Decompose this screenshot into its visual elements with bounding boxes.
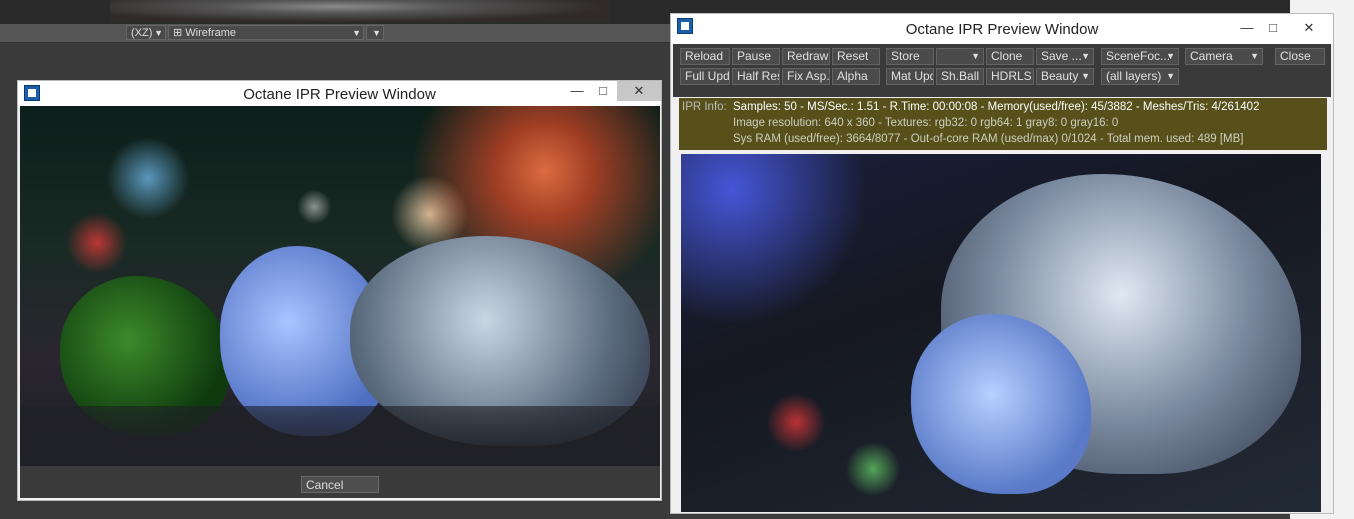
store-button[interactable]: Store <box>886 48 934 65</box>
ipr-preview-window-left: Octane IPR Preview Window — □ ✕ Cancel <box>17 80 662 501</box>
chevron-down-icon: ▼ <box>1166 51 1175 61</box>
chevron-down-icon: ▼ <box>1166 71 1175 81</box>
ipr-toolbar: Reload Pause Redraw Reset Store ▼ Clone … <box>673 44 1331 97</box>
chevron-down-icon: ▼ <box>1081 51 1090 61</box>
reset-button[interactable]: Reset <box>832 48 880 65</box>
ipr-preview-window-right: Octane IPR Preview Window — □ ✕ Reload P… <box>670 13 1334 514</box>
floor-surface <box>20 406 660 466</box>
viewport-render-preview <box>110 0 610 22</box>
pause-button[interactable]: Pause <box>732 48 780 65</box>
shading-label: Wireframe <box>185 27 237 39</box>
half-res-button[interactable]: Half Res <box>732 68 780 85</box>
fix-aspect-button[interactable]: Fix Asp. <box>782 68 830 85</box>
ipr-info-label: IPR Info: <box>682 101 727 113</box>
render-view[interactable] <box>20 106 660 466</box>
minimize-button[interactable]: — <box>1233 18 1261 38</box>
full-update-button[interactable]: Full Upd. <box>680 68 730 85</box>
viewport-toolbar: (XZ) ▼ ⊞ Wireframe ▼ ▼ <box>0 24 670 43</box>
ipr-info-panel: IPR Info: Samples: 50 - MS/Sec.: 1.51 - … <box>679 98 1327 150</box>
chevron-down-icon: ▼ <box>154 28 163 38</box>
bottom-bar: Cancel <box>20 466 660 498</box>
camera-dropdown[interactable]: Camera ▼ <box>1185 48 1263 65</box>
grid-icon: ⊞ <box>173 27 183 39</box>
scene-focus-dropdown[interactable]: SceneFoc... ▼ <box>1101 48 1179 65</box>
title-bar[interactable]: Octane IPR Preview Window — □ ✕ <box>18 81 661 107</box>
viewport-menu-dropdown[interactable]: ▼ <box>366 25 384 40</box>
ipr-info-line-3: Sys RAM (used/free): 3664/8077 - Out-of-… <box>733 133 1244 145</box>
maximize-button[interactable]: □ <box>589 81 617 101</box>
shading-dropdown[interactable]: ⊞ Wireframe ▼ <box>168 25 364 40</box>
hdrls-button[interactable]: HDRLS <box>986 68 1034 85</box>
minimize-button[interactable]: — <box>563 81 591 101</box>
chevron-down-icon: ▼ <box>1250 51 1259 61</box>
chevron-down-icon: ▼ <box>352 28 361 38</box>
clone-button[interactable]: Clone <box>986 48 1034 65</box>
render-view[interactable] <box>681 154 1321 512</box>
close-button[interactable]: ✕ <box>1289 18 1329 38</box>
redraw-button[interactable]: Redraw <box>782 48 830 65</box>
mat-update-button[interactable]: Mat Upd <box>886 68 934 85</box>
projection-label: (XZ) <box>131 27 153 39</box>
render-pass-dropdown[interactable]: Beauty ▼ <box>1036 68 1094 85</box>
chevron-down-icon: ▼ <box>372 28 381 38</box>
maximize-button[interactable]: □ <box>1259 18 1287 38</box>
reload-button[interactable]: Reload <box>680 48 730 65</box>
ipr-info-line-1: Samples: 50 - MS/Sec.: 1.51 - R.Time: 00… <box>733 101 1260 113</box>
layers-dropdown[interactable]: (all layers) ▼ <box>1101 68 1179 85</box>
title-bar[interactable]: Octane IPR Preview Window — □ ✕ <box>671 14 1333 44</box>
close-button[interactable]: ✕ <box>617 81 661 101</box>
alpha-button[interactable]: Alpha <box>832 68 880 85</box>
projection-dropdown[interactable]: (XZ) ▼ <box>126 25 166 40</box>
chevron-down-icon: ▼ <box>971 51 980 61</box>
ipr-info-line-2: Image resolution: 640 x 360 - Textures: … <box>733 117 1119 129</box>
cancel-button[interactable]: Cancel <box>301 476 379 493</box>
close-ipr-button[interactable]: Close <box>1275 48 1325 65</box>
shader-ball-button[interactable]: Sh.Ball <box>936 68 984 85</box>
save-dropdown[interactable]: Save ... ▼ <box>1036 48 1094 65</box>
store-slot-dropdown[interactable]: ▼ <box>936 48 984 65</box>
chevron-down-icon: ▼ <box>1081 71 1090 81</box>
